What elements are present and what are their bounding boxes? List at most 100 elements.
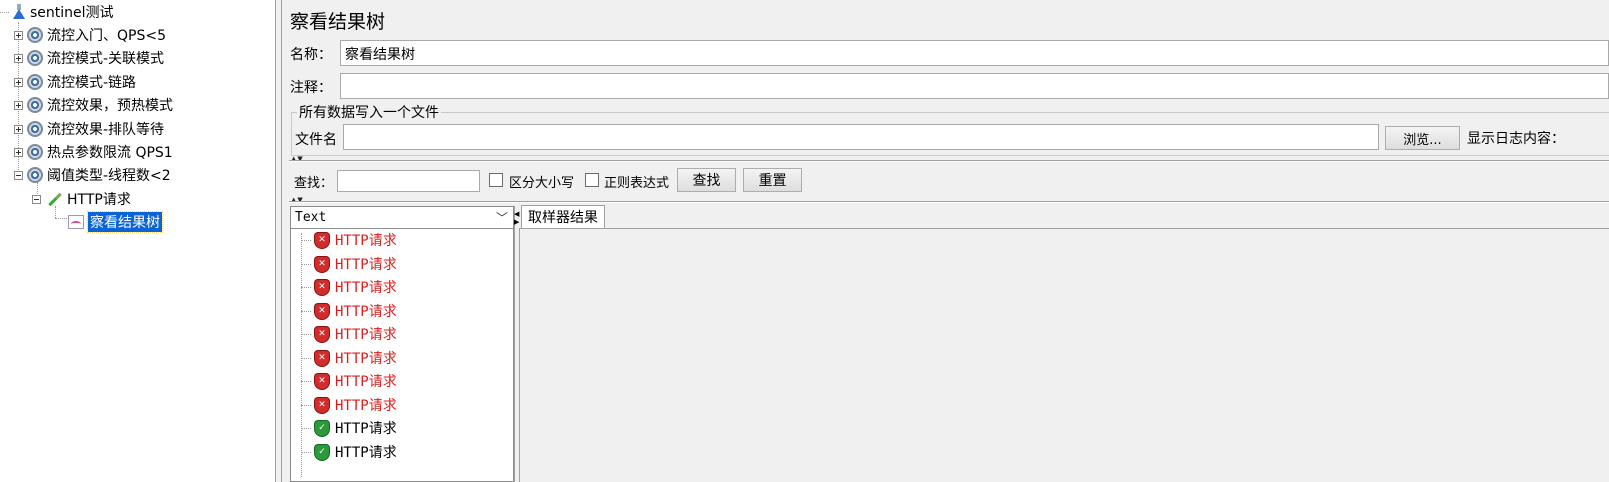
collapse-icon[interactable] [32,194,41,204]
error-shield-icon: ✕ [315,303,329,319]
tree-root-label: sentinel测试 [30,5,114,21]
success-shield-icon: ✓ [315,444,329,460]
tree-item-group-3[interactable]: 流控效果，预热模式 [14,94,173,116]
expand-icon[interactable] [14,124,23,134]
error-shield-icon: ✕ [315,326,329,342]
graph-icon [68,215,84,229]
tree-connector [301,357,311,359]
gear-icon [27,50,43,66]
error-shield-icon: ✕ [315,397,329,413]
tree-connector [0,11,9,13]
filename-field[interactable] [343,124,1379,150]
result-item[interactable]: ✕ HTTP请求 [301,323,397,345]
comment-label: 注释： [290,80,332,96]
tree-item-group-2[interactable]: 流控模式-链路 [14,71,136,93]
result-item-label: HTTP请求 [335,445,397,461]
tree-item-group-0[interactable]: 流控入门、QPS<5 [14,24,166,46]
result-item[interactable]: ✕ HTTP请求 [301,394,397,416]
gear-icon [27,27,43,43]
tree-item-group-5[interactable]: 热点参数限流 QPS1 [14,141,173,163]
search-input[interactable] [337,170,480,192]
result-item[interactable]: ✓ HTTP请求 [301,441,397,463]
filename-label: 文件名 [295,132,337,148]
gear-icon [27,121,43,137]
divider [289,160,1609,162]
tree-item-label: 阈值类型-线程数<2 [47,168,171,184]
tree-connector [301,263,311,265]
tree-item-group-4[interactable]: 流控效果-排队等待 [14,118,164,140]
reset-button[interactable]: 重置 [743,168,802,192]
collapse-icon[interactable] [14,170,23,180]
tree-item-label: 流控模式-链路 [47,75,137,91]
result-item-label: HTTP请求 [335,374,397,390]
result-item[interactable]: ✕ HTTP请求 [301,370,397,392]
tree-connector [301,451,311,453]
tab-sampler-result[interactable]: 取样器结果 [521,205,605,229]
result-item[interactable]: ✓ HTTP请求 [301,417,397,439]
result-item[interactable]: ✕ HTTP请求 [301,253,397,275]
search-label: 查找： [294,176,334,191]
gear-icon [27,167,43,183]
result-item-label: HTTP请求 [335,257,397,273]
flask-icon [12,4,26,20]
split-arrows-icon[interactable]: ◀ ▶ [514,210,519,226]
regex-checkbox[interactable] [585,173,599,187]
error-shield-icon: ✕ [315,373,329,389]
result-item[interactable]: ✕ HTTP请求 [301,300,397,322]
success-shield-icon: ✓ [315,420,329,436]
tree-item-label: 流控效果-排队等待 [47,122,165,138]
expand-icon[interactable] [14,30,23,40]
result-item-label: HTTP请求 [335,280,397,296]
detail-panel [519,228,1609,482]
tree-item-label: 流控入门、QPS<5 [47,28,166,44]
result-item-label: HTTP请求 [335,421,397,437]
expand-icon[interactable] [14,100,23,110]
result-item[interactable]: ✕ HTTP请求 [301,347,397,369]
regex-label: 正则表达式 [604,176,670,191]
tree-connector [301,239,311,241]
tree-connector [301,427,311,429]
find-button[interactable]: 查找 [677,168,736,192]
result-item[interactable]: ✕ HTTP请求 [301,229,397,251]
tree-item-label: HTTP请求 [67,192,131,208]
comment-field[interactable] [340,73,1609,99]
jmeter-window: sentinel测试 流控入门、QPS<5 流控模式-关联模式 流控模式-链路 … [0,0,1609,482]
error-shield-icon: ✕ [315,279,329,295]
tree-item-label: 流控效果，预热模式 [47,98,173,114]
test-plan-tree[interactable]: sentinel测试 流控入门、QPS<5 流控模式-关联模式 流控模式-链路 … [0,0,276,482]
tree-item-listener[interactable]: 察看结果树 [68,211,163,233]
expand-icon[interactable] [14,77,23,87]
view-results-tree-panel: 察看结果树 名称： 察看结果树 注释： 所有数据写入一个文件 文件名 浏览...… [283,0,1609,482]
page-title: 察看结果树 [290,11,386,33]
result-item-label: HTTP请求 [335,351,397,367]
results-list[interactable]: Text ﹀ ✕ HTTP请求 ✕ HTTP请求 ✕ HTTP请求 ✕ HTTP… [290,206,514,482]
renderer-select[interactable]: Text ﹀ [291,207,513,229]
tree-item-label: 流控模式-关联模式 [47,51,165,67]
renderer-select-value: Text [295,210,327,225]
result-item-label: HTTP请求 [335,327,397,343]
tree-connector [301,286,311,288]
result-item-label: HTTP请求 [335,304,397,320]
tree-root[interactable]: sentinel测试 [0,1,114,23]
chevron-down-icon: ﹀ [495,211,508,225]
gear-icon [27,144,43,160]
tree-item-group-1[interactable]: 流控模式-关联模式 [14,47,164,69]
result-item-label: HTTP请求 [335,398,397,414]
gear-icon [27,74,43,90]
split-divider[interactable] [276,0,282,482]
error-shield-icon: ✕ [315,256,329,272]
tree-item-label-selected: 察看结果树 [87,211,163,233]
tree-guide-line [55,218,67,219]
pipette-icon [45,191,63,207]
expand-icon[interactable] [14,147,23,157]
name-field[interactable]: 察看结果树 [340,40,1609,66]
tree-item-sampler[interactable]: HTTP请求 [32,188,131,210]
case-sensitive-label: 区分大小写 [509,176,575,191]
case-sensitive-checkbox[interactable] [489,173,503,187]
browse-button[interactable]: 浏览... [1385,126,1460,150]
error-shield-icon: ✕ [315,232,329,248]
divider [289,201,1609,203]
tree-connector [301,380,311,382]
expand-icon[interactable] [14,53,23,63]
result-item[interactable]: ✕ HTTP请求 [301,276,397,298]
